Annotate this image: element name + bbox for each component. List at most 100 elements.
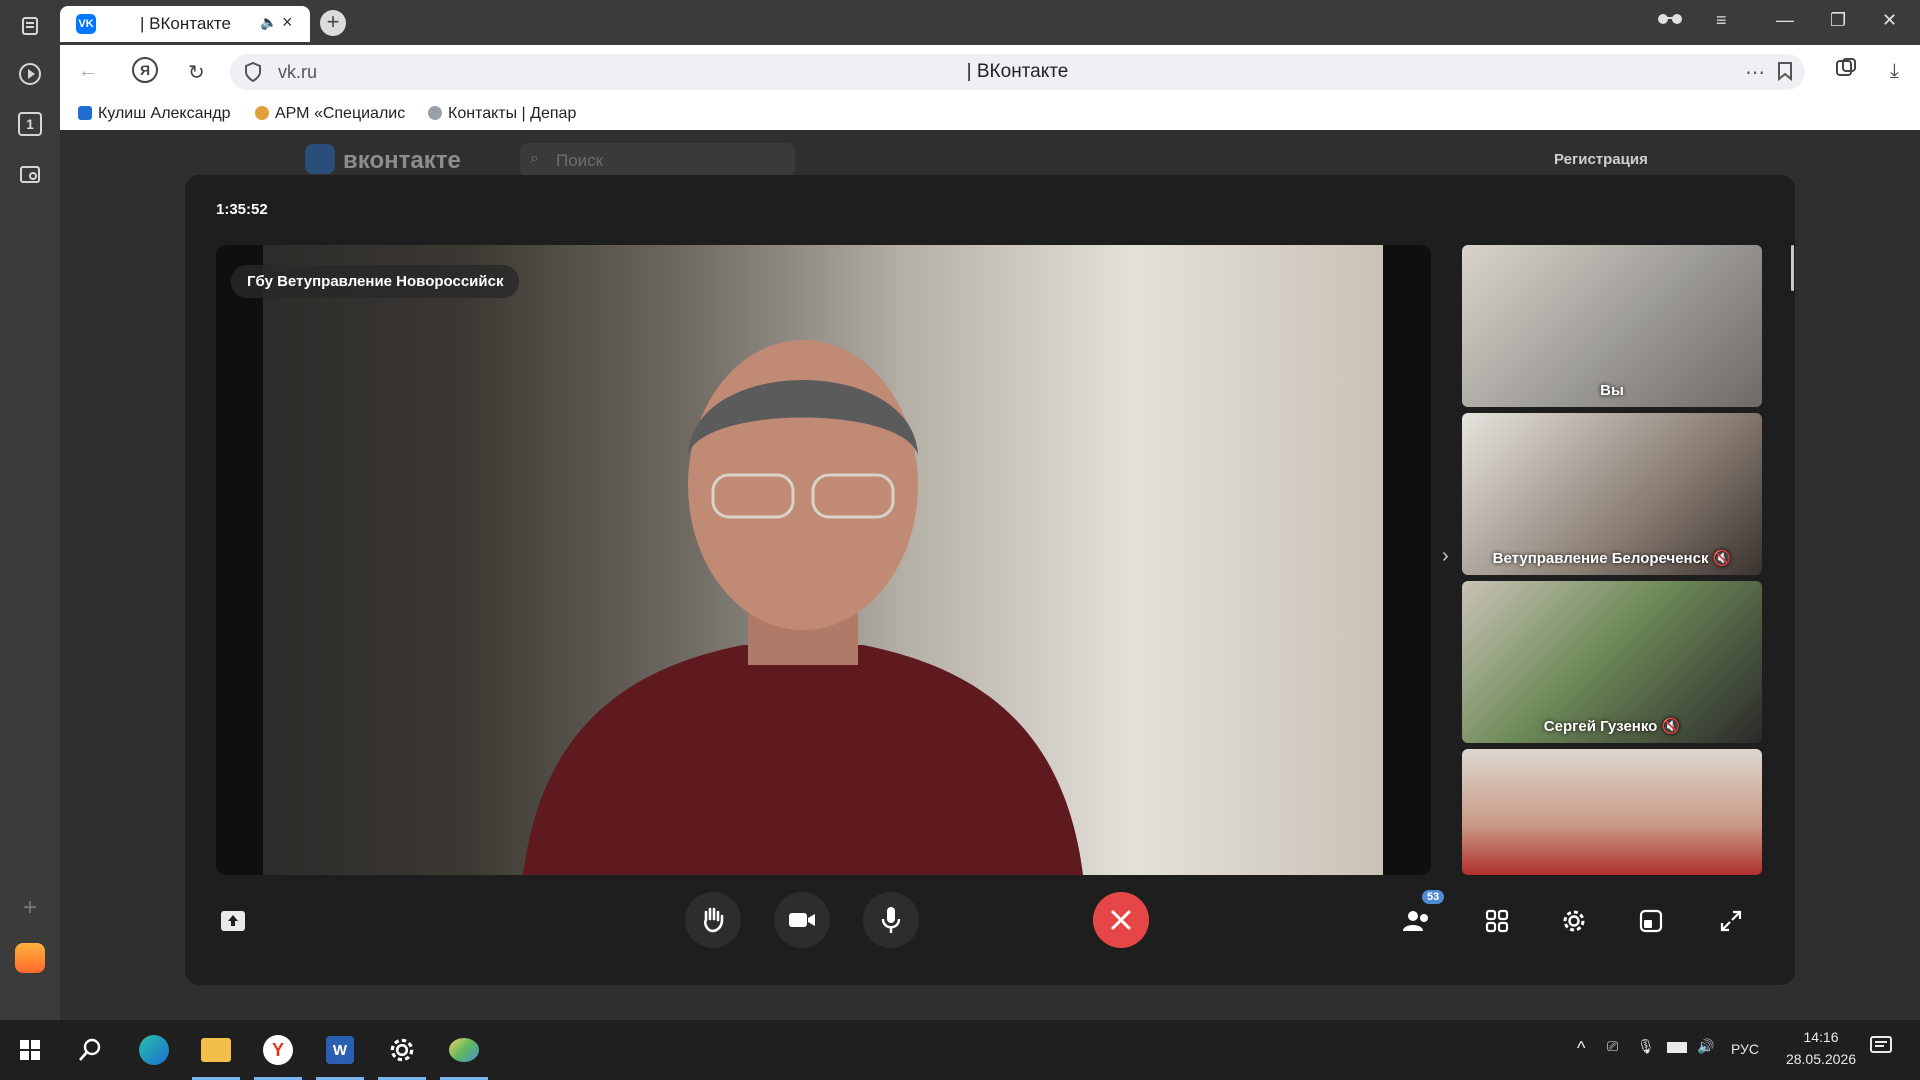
windows-taskbar: Y W ^ ⎚ 🎙 🔊 РУС 14:16 28.05.2026	[0, 1020, 1920, 1080]
file-explorer-app[interactable]	[196, 1030, 236, 1070]
play-icon[interactable]	[14, 58, 46, 90]
yandex-browser-app[interactable]: Y	[258, 1030, 298, 1070]
close-icon[interactable]: ×	[282, 12, 293, 33]
bookmarks-bar: Кулиш Александр АРМ «Специалис Контакты …	[60, 100, 1920, 130]
bookmark-item[interactable]: Контакты | Депар	[428, 105, 588, 123]
settings-button[interactable]	[1558, 905, 1590, 937]
camera-icon	[789, 913, 815, 927]
picture-in-picture-icon	[1639, 909, 1663, 933]
tab-title: | ВКонтакте	[140, 14, 231, 33]
register-link[interactable]: Регистрация	[1554, 151, 1648, 168]
omnibox[interactable]: vk.ru | ВКонтакте ⋯	[230, 54, 1805, 90]
gear-icon	[1563, 910, 1585, 932]
bookmark-label: АРМ «Специалис	[275, 105, 406, 122]
vk-logo-text: вконтакте	[343, 147, 461, 174]
menu-icon[interactable]: ≡	[1716, 10, 1727, 31]
microphone-button[interactable]	[863, 892, 919, 948]
extensions-icon[interactable]	[1835, 57, 1857, 85]
microphone-tray-icon[interactable]: 🎙	[1637, 1038, 1655, 1055]
workspace-number: 1	[18, 112, 42, 136]
picture-in-picture-button[interactable]	[1635, 905, 1667, 937]
mic-muted-icon: 🔇	[1661, 718, 1681, 735]
search-button[interactable]	[70, 1030, 110, 1070]
participant-tile[interactable]: Ветуправление Белореченск 🔇	[1462, 413, 1762, 575]
participant-tile[interactable]: Сергей Гузенко 🔇	[1462, 581, 1762, 743]
restore-icon[interactable]: ❐	[1830, 10, 1846, 31]
participants-button[interactable]	[1401, 905, 1433, 937]
new-tab-button[interactable]: +	[320, 10, 346, 36]
share-screen-button[interactable]	[217, 905, 249, 937]
outlook-icon	[78, 106, 92, 120]
vk-favicon-icon: VK	[76, 14, 96, 34]
participant-name: Вы	[1600, 382, 1624, 399]
settings-app[interactable]	[382, 1030, 422, 1070]
participant-name-row: Сергей Гузенко 🔇	[1462, 717, 1762, 735]
bookmark-item[interactable]: АРМ «Специалис	[255, 105, 415, 123]
download-icon[interactable]: ⤓	[1890, 60, 1899, 83]
mail-app-icon[interactable]	[14, 942, 46, 974]
fullscreen-button[interactable]	[1715, 905, 1747, 937]
add-panel-icon[interactable]: +	[14, 892, 46, 924]
start-button[interactable]	[10, 1030, 50, 1070]
window-close-icon[interactable]: ✕	[1882, 10, 1897, 31]
paint-app[interactable]	[444, 1030, 484, 1070]
screenshot-icon[interactable]	[14, 158, 46, 190]
edge-app[interactable]	[134, 1030, 174, 1070]
hand-icon	[703, 907, 724, 933]
tab-vkontakte[interactable]: VK | ВКонтакте 🔈 ×	[60, 6, 310, 42]
main-participant-label: Гбу Ветуправление Новороссийск	[231, 265, 520, 298]
clock-time[interactable]: 14:16	[1776, 1029, 1866, 1045]
battery-icon[interactable]	[1667, 1040, 1687, 1056]
vk-logo-icon	[305, 144, 335, 174]
word-app[interactable]: W	[320, 1030, 360, 1070]
notifications-icon[interactable]	[1870, 1036, 1892, 1059]
incognito-icon[interactable]	[1656, 10, 1684, 31]
speaker-icon[interactable]: 🔈	[260, 14, 277, 31]
raise-hand-button[interactable]	[685, 892, 741, 948]
browser-sidebar: 1 +	[0, 0, 60, 1020]
word-icon: W	[326, 1036, 354, 1064]
reload-icon[interactable]: ↻	[188, 60, 205, 85]
mic-muted-icon: 🔇	[1712, 550, 1732, 567]
chevron-up-icon[interactable]: ^	[1577, 1038, 1585, 1059]
video-call-window: 1:35:52 Гбу Ветуправление Новороссийск ›…	[185, 175, 1795, 985]
vk-search-field[interactable]: ⌕ Поиск	[520, 143, 795, 177]
workspace-number-icon[interactable]: 1	[14, 108, 46, 140]
participant-count-badge: 53	[1422, 890, 1445, 904]
bookmark-label: Контакты | Депар	[448, 105, 577, 122]
participants-scrollbar[interactable]	[1791, 245, 1794, 291]
bookmark-item[interactable]: Кулиш Александр	[78, 105, 248, 123]
participant-tile[interactable]: Вы	[1462, 245, 1762, 407]
main-video-image	[263, 245, 1383, 875]
volume-icon[interactable]: 🔊	[1697, 1038, 1714, 1055]
expand-icon	[1720, 910, 1742, 932]
language-indicator[interactable]: РУС	[1731, 1041, 1759, 1057]
participant-tile[interactable]	[1462, 749, 1762, 875]
collections-icon[interactable]	[14, 10, 46, 42]
participant-name: Сергей Гузенко	[1543, 718, 1658, 735]
gear-icon	[390, 1038, 414, 1062]
bookmark-icon[interactable]	[1777, 61, 1793, 86]
palette-icon	[449, 1038, 479, 1062]
minimize-icon[interactable]: —	[1776, 10, 1794, 31]
participant-name-row: Ветуправление Белореченск 🔇	[1462, 549, 1762, 567]
main-video-feed[interactable]: Гбу Ветуправление Новороссийск	[216, 245, 1431, 875]
camera-tray-icon[interactable]: ⎚	[1607, 1038, 1618, 1055]
camera-button[interactable]	[774, 892, 830, 948]
clock-date[interactable]: 28.05.2026	[1776, 1051, 1866, 1067]
back-icon[interactable]: ←	[78, 60, 98, 83]
microphone-icon	[881, 907, 901, 933]
search-icon: ⌕	[530, 150, 539, 167]
page-title: | ВКонтакте	[966, 61, 1069, 82]
speaker-silhouette	[523, 340, 1083, 875]
more-icon[interactable]: ⋯	[1745, 60, 1765, 85]
end-call-button[interactable]	[1093, 892, 1149, 948]
grid-view-button[interactable]	[1481, 905, 1513, 937]
vk-logo[interactable]: вконтакте	[305, 144, 461, 175]
search-placeholder: Поиск	[556, 151, 604, 170]
participant-name: Ветуправление Белореченск	[1492, 550, 1709, 567]
yandex-icon[interactable]: Я	[132, 57, 158, 83]
emblem-icon	[428, 106, 442, 120]
edge-icon	[139, 1035, 169, 1065]
chevron-right-icon[interactable]: ›	[1442, 545, 1449, 568]
